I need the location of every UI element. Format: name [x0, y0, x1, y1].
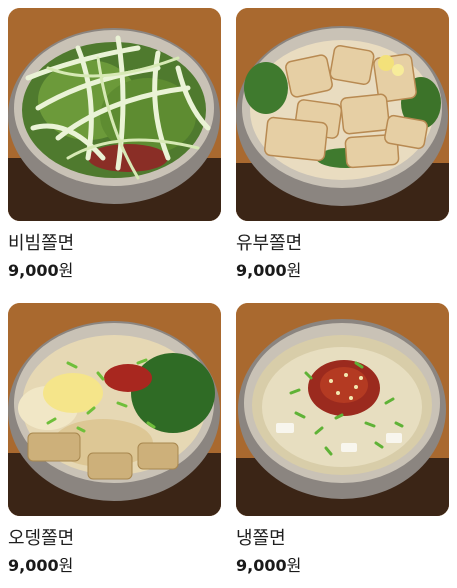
odeng-jjolmyeon-photo[interactable]	[8, 303, 221, 516]
bowl-image	[236, 8, 449, 221]
price-currency: 원	[58, 261, 74, 280]
price-currency: 원	[58, 556, 74, 575]
price-value: 9,000	[236, 261, 287, 280]
menu-item-yubu-jjolmyeon[interactable]: 유부쫄면 9,000원	[236, 8, 449, 281]
menu-item-name: 비빔쫄면	[8, 233, 75, 254]
menu-item-name: 유부쫄면	[236, 233, 303, 254]
menu-grid: 비빔쫄면 9,000원 유부쫄면 9,000원 오뎅쫄면 9,000원 냉쫄면 …	[0, 0, 457, 588]
bibim-jjolmyeon-photo[interactable]	[8, 8, 221, 221]
price-value: 9,000	[8, 261, 59, 280]
yubu-jjolmyeon-photo[interactable]	[236, 8, 449, 221]
menu-item-price: 9,000원	[8, 261, 221, 281]
price-value: 9,000	[8, 556, 59, 575]
menu-item-naeng-jjolmyeon[interactable]: 냉쫄면 9,000원	[236, 303, 449, 576]
menu-item-name: 오뎅쫄면	[8, 528, 75, 549]
price-currency: 원	[286, 556, 302, 575]
naeng-jjolmyeon-photo[interactable]	[236, 303, 449, 516]
bowl-image	[8, 303, 221, 516]
bowl-image	[8, 8, 221, 221]
bowl-image	[236, 303, 449, 516]
price-currency: 원	[286, 261, 302, 280]
menu-item-odeng-jjolmyeon[interactable]: 오뎅쫄면 9,000원	[8, 303, 221, 576]
menu-item-price: 9,000원	[236, 261, 449, 281]
menu-item-price: 9,000원	[8, 556, 221, 576]
menu-item-name: 냉쫄면	[236, 528, 286, 549]
menu-item-bibim-jjolmyeon[interactable]: 비빔쫄면 9,000원	[8, 8, 221, 281]
menu-item-price: 9,000원	[236, 556, 449, 576]
price-value: 9,000	[236, 556, 287, 575]
